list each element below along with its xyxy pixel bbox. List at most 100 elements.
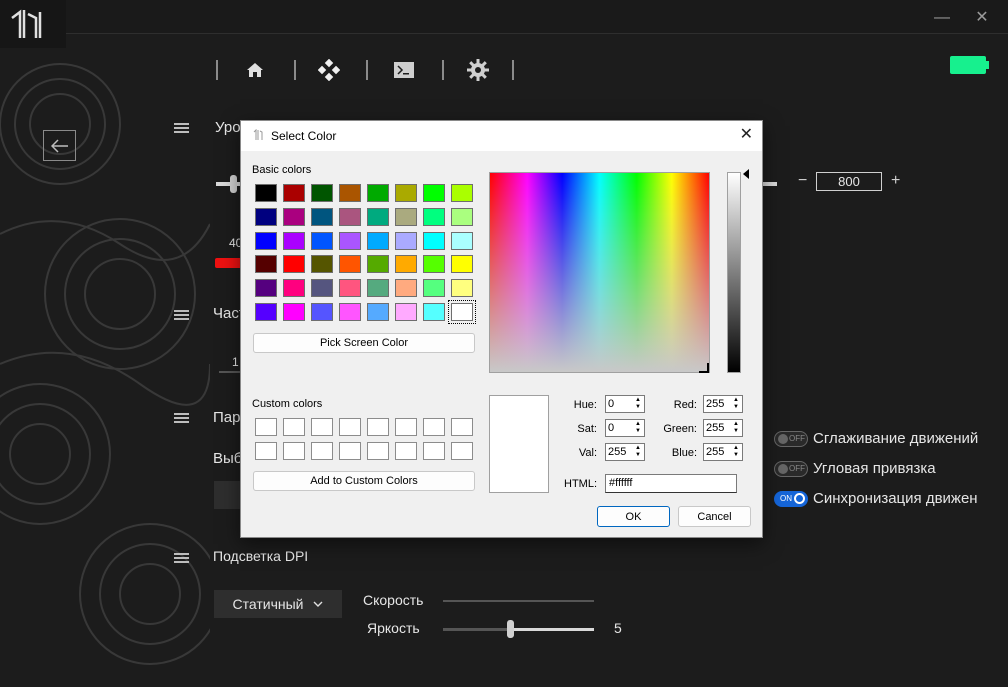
- hue-spinbox[interactable]: 0 ▲ ▼: [605, 395, 645, 413]
- custom-color-swatch[interactable]: [339, 418, 361, 436]
- basic-color-swatch[interactable]: [367, 184, 389, 202]
- basic-color-swatch[interactable]: [367, 255, 389, 274]
- basic-color-swatch[interactable]: [339, 279, 361, 298]
- basic-color-swatch[interactable]: [311, 184, 333, 202]
- basic-color-swatch[interactable]: [395, 231, 417, 250]
- menu-icon[interactable]: [174, 413, 189, 423]
- dpi-value-input[interactable]: 800: [816, 172, 882, 191]
- basic-color-swatch[interactable]: [339, 255, 361, 274]
- terminal-icon[interactable]: [392, 59, 416, 81]
- custom-color-swatch[interactable]: [255, 442, 277, 460]
- spin-up-icon[interactable]: ▲: [633, 445, 643, 452]
- green-spinbox[interactable]: 255 ▲ ▼: [703, 419, 743, 437]
- basic-color-swatch[interactable]: [311, 303, 333, 321]
- spin-down-icon[interactable]: ▼: [731, 452, 741, 459]
- basic-color-swatch[interactable]: [255, 231, 277, 250]
- custom-color-swatch[interactable]: [311, 442, 333, 460]
- basic-color-swatch[interactable]: [395, 184, 417, 202]
- basic-color-swatch[interactable]: [395, 303, 417, 321]
- basic-color-swatch[interactable]: [339, 184, 361, 202]
- dpi-slider-track-right[interactable]: [762, 182, 777, 186]
- basic-color-swatch[interactable]: [283, 231, 305, 250]
- custom-color-swatch[interactable]: [367, 442, 389, 460]
- basic-color-swatch[interactable]: [423, 255, 445, 274]
- basic-color-swatch[interactable]: [451, 184, 473, 202]
- ok-button[interactable]: OK: [597, 506, 670, 527]
- dpi-level-color[interactable]: [215, 258, 243, 268]
- toggle-angle-snap[interactable]: OFF: [774, 461, 808, 477]
- basic-color-swatch[interactable]: [367, 303, 389, 321]
- menu-icon[interactable]: [174, 310, 189, 320]
- spin-down-icon[interactable]: ▼: [731, 428, 741, 435]
- custom-color-swatch[interactable]: [283, 418, 305, 436]
- menu-icon[interactable]: [174, 123, 189, 133]
- basic-color-swatch[interactable]: [283, 279, 305, 298]
- custom-color-swatch[interactable]: [367, 418, 389, 436]
- basic-color-swatch[interactable]: [311, 231, 333, 250]
- basic-color-swatch[interactable]: [311, 255, 333, 274]
- basic-color-swatch[interactable]: [423, 184, 445, 202]
- brightness-slider-thumb[interactable]: [507, 620, 514, 638]
- dpi-decrement-button[interactable]: −: [798, 172, 807, 190]
- basic-color-swatch[interactable]: [255, 303, 277, 321]
- basic-color-swatch[interactable]: [311, 279, 333, 298]
- spectrum-crosshair[interactable]: [699, 363, 709, 373]
- luminance-slider[interactable]: [727, 172, 741, 373]
- custom-color-swatch[interactable]: [451, 418, 473, 436]
- basic-color-swatch[interactable]: [283, 303, 305, 321]
- custom-color-swatch[interactable]: [423, 442, 445, 460]
- html-color-input[interactable]: #ffffff: [605, 474, 737, 493]
- basic-color-swatch[interactable]: [339, 207, 361, 226]
- basic-color-swatch[interactable]: [367, 231, 389, 250]
- spin-up-icon[interactable]: ▲: [633, 397, 643, 404]
- basic-color-swatch[interactable]: [423, 231, 445, 250]
- toggle-smoothing[interactable]: OFF: [774, 431, 808, 447]
- spin-down-icon[interactable]: ▼: [731, 404, 741, 411]
- close-icon[interactable]: ✕: [740, 126, 753, 144]
- basic-color-swatch[interactable]: [255, 255, 277, 274]
- custom-color-swatch[interactable]: [339, 442, 361, 460]
- toggle-motion-sync[interactable]: ON: [774, 491, 808, 507]
- spin-down-icon[interactable]: ▼: [633, 404, 643, 411]
- custom-color-swatch[interactable]: [451, 442, 473, 460]
- blue-spinbox[interactable]: 255 ▲ ▼: [703, 443, 743, 461]
- select-dropdown[interactable]: [214, 481, 242, 509]
- brightness-slider-track-left[interactable]: [443, 628, 513, 631]
- basic-color-swatch[interactable]: [395, 255, 417, 274]
- close-icon[interactable]: ✕: [972, 10, 992, 26]
- cancel-button[interactable]: Cancel: [678, 506, 751, 527]
- spin-up-icon[interactable]: ▲: [731, 445, 741, 452]
- spin-down-icon[interactable]: ▼: [633, 452, 643, 459]
- basic-color-swatch[interactable]: [283, 207, 305, 226]
- sat-spinbox[interactable]: 0 ▲ ▼: [605, 419, 645, 437]
- basic-color-swatch[interactable]: [395, 279, 417, 298]
- basic-color-swatch[interactable]: [283, 255, 305, 274]
- minimize-icon[interactable]: —: [932, 10, 952, 26]
- spin-up-icon[interactable]: ▲: [633, 421, 643, 428]
- dpi-increment-button[interactable]: +: [891, 172, 900, 190]
- basic-color-swatch[interactable]: [451, 279, 473, 298]
- basic-color-swatch[interactable]: [283, 184, 305, 202]
- basic-color-swatch[interactable]: [367, 279, 389, 298]
- basic-color-swatch[interactable]: [448, 300, 476, 324]
- dpi-slider-thumb[interactable]: [230, 175, 237, 193]
- val-spinbox[interactable]: 255 ▲ ▼: [605, 443, 645, 461]
- basic-color-swatch[interactable]: [367, 207, 389, 226]
- basic-color-swatch[interactable]: [451, 231, 473, 250]
- speed-slider-track[interactable]: [443, 600, 594, 602]
- spin-down-icon[interactable]: ▼: [633, 428, 643, 435]
- basic-color-swatch[interactable]: [423, 279, 445, 298]
- diamond-icon[interactable]: [317, 59, 341, 81]
- basic-color-swatch[interactable]: [339, 231, 361, 250]
- luminance-arrow-icon[interactable]: [743, 169, 749, 179]
- custom-color-swatch[interactable]: [311, 418, 333, 436]
- basic-color-swatch[interactable]: [339, 303, 361, 321]
- red-spinbox[interactable]: 255 ▲ ▼: [703, 395, 743, 413]
- menu-icon[interactable]: [174, 553, 189, 563]
- basic-color-swatch[interactable]: [423, 207, 445, 226]
- custom-color-swatch[interactable]: [283, 442, 305, 460]
- add-to-custom-colors-button[interactable]: Add to Custom Colors: [253, 471, 475, 491]
- custom-color-swatch[interactable]: [255, 418, 277, 436]
- pick-screen-color-button[interactable]: Pick Screen Color: [253, 333, 475, 353]
- basic-color-swatch[interactable]: [423, 303, 445, 321]
